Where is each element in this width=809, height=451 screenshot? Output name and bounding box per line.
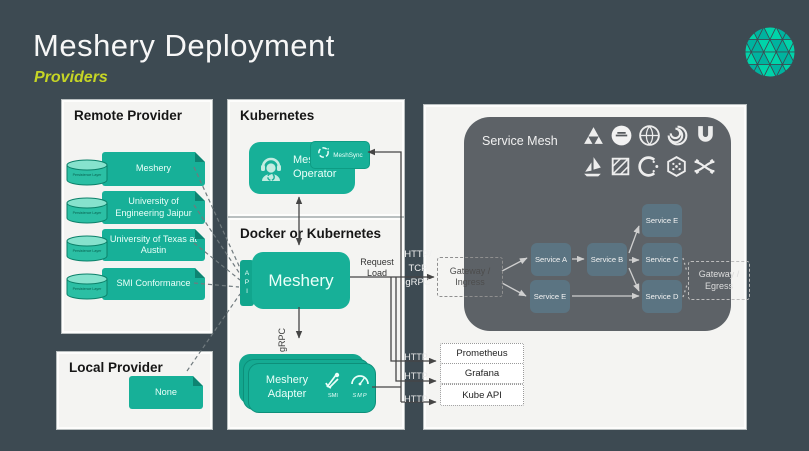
persistence-cylinder-icon: Persistence Layer bbox=[66, 197, 108, 225]
mesh-globe-icon bbox=[637, 123, 662, 148]
grpc-label: gRPC bbox=[277, 322, 287, 352]
none-label: None bbox=[155, 387, 177, 399]
provider-item-label: SMI Conformance bbox=[116, 278, 190, 290]
provider-item-label: University of Texas at Austin bbox=[106, 234, 201, 257]
kubernetes-title: Kubernetes bbox=[240, 108, 314, 123]
svg-text:Persistence Layer: Persistence Layer bbox=[73, 211, 103, 215]
mesh-knot-icon bbox=[692, 154, 717, 179]
page-title: Meshery Deployment bbox=[33, 28, 335, 64]
smp-label: SMP bbox=[347, 393, 373, 399]
provider-item-smi: SMI Conformance bbox=[102, 268, 205, 300]
provider-item-jaipur: University of Engineering Jaipur bbox=[102, 191, 205, 224]
service-c-box: Service C bbox=[642, 243, 682, 276]
svg-text:Persistence Layer: Persistence Layer bbox=[73, 249, 103, 253]
meshery-label: Meshery bbox=[268, 271, 333, 291]
remote-provider-panel: Remote Provider Meshery University of En… bbox=[62, 100, 212, 333]
gateway-egress-box: Gateway / Egress bbox=[688, 261, 750, 300]
service-d-box: Service D bbox=[642, 280, 682, 313]
provider-item-meshery: Meshery bbox=[102, 152, 205, 186]
kubernetes-panel: Kubernetes Meshery Operator MeshSync bbox=[228, 100, 404, 216]
mesh-circle-icon bbox=[609, 123, 634, 148]
http-label-kubeapi: HTTP bbox=[400, 394, 432, 404]
persistence-cylinder-icon: Persistence Layer bbox=[66, 159, 108, 187]
prometheus-box: Prometheus bbox=[440, 343, 524, 364]
local-provider-panel: Local Provider None bbox=[57, 352, 212, 429]
http-label-prometheus: HTTP bbox=[400, 352, 432, 362]
sync-icon bbox=[317, 146, 330, 164]
mesh-triangles-icon bbox=[581, 123, 606, 148]
kube-api-box: Kube API bbox=[440, 384, 524, 406]
meshery-adapter-box: Meshery Adapter SMI SMP bbox=[248, 363, 376, 413]
persistence-cylinder-icon: Persistence Layer bbox=[66, 273, 108, 301]
meshery-logo bbox=[745, 27, 795, 77]
slide: Meshery Deployment Providers Remote Prov… bbox=[0, 0, 809, 451]
provider-item-label: University of Engineering Jaipur bbox=[106, 196, 201, 219]
mesh-weave-icon bbox=[608, 154, 633, 179]
grafana-box: Grafana bbox=[440, 363, 524, 384]
page-subtitle: Providers bbox=[34, 69, 108, 87]
adapter-label: Meshery Adapter bbox=[258, 374, 316, 402]
mesh-logos-row-1 bbox=[581, 123, 718, 148]
smi-label: SMI bbox=[321, 393, 345, 399]
mesh-orbit-icon bbox=[636, 154, 661, 179]
svg-text:Persistence Layer: Persistence Layer bbox=[73, 287, 103, 291]
smp-icon: SMP bbox=[347, 371, 373, 399]
request-load-label: Request Load bbox=[354, 257, 400, 279]
provider-item-label: Meshery bbox=[136, 163, 171, 175]
meshery-box: Meshery bbox=[252, 252, 350, 309]
http-label-grafana: HTTP bbox=[400, 371, 432, 381]
gateway-ingress-box: Gateway / Ingress bbox=[437, 257, 503, 297]
local-provider-none: None bbox=[129, 376, 203, 409]
provider-item-texas: University of Texas at Austin bbox=[102, 229, 205, 261]
mesh-hex-icon bbox=[664, 154, 689, 179]
mesh-swirl-icon bbox=[665, 123, 690, 148]
protocol-stack-label: HTTP/ TCP gRPC bbox=[399, 248, 437, 289]
local-provider-title: Local Provider bbox=[69, 360, 163, 375]
meshsync-label: MeshSync bbox=[333, 152, 362, 159]
service-e-bottom-box: Service E bbox=[530, 280, 570, 313]
service-a-box: Service A bbox=[531, 243, 571, 276]
service-mesh-title: Service Mesh bbox=[482, 134, 558, 148]
service-e-top-box: Service E bbox=[642, 204, 682, 237]
mesh-logos-row-2 bbox=[580, 154, 717, 179]
service-b-box: Service B bbox=[587, 243, 627, 276]
persistence-cylinder-icon: Persistence Layer bbox=[66, 235, 108, 263]
mesh-shield-icon bbox=[693, 123, 718, 148]
docker-panel: Docker or Kubernetes API Meshery gRPC Re… bbox=[228, 218, 404, 429]
smi-icon: SMI bbox=[321, 371, 345, 399]
svg-text:Persistence Layer: Persistence Layer bbox=[73, 173, 103, 177]
docker-title: Docker or Kubernetes bbox=[240, 226, 381, 241]
istio-sail-icon bbox=[580, 154, 605, 179]
operator-person-icon bbox=[255, 152, 287, 189]
remote-provider-title: Remote Provider bbox=[74, 108, 182, 123]
meshsync-box: MeshSync bbox=[310, 141, 370, 169]
